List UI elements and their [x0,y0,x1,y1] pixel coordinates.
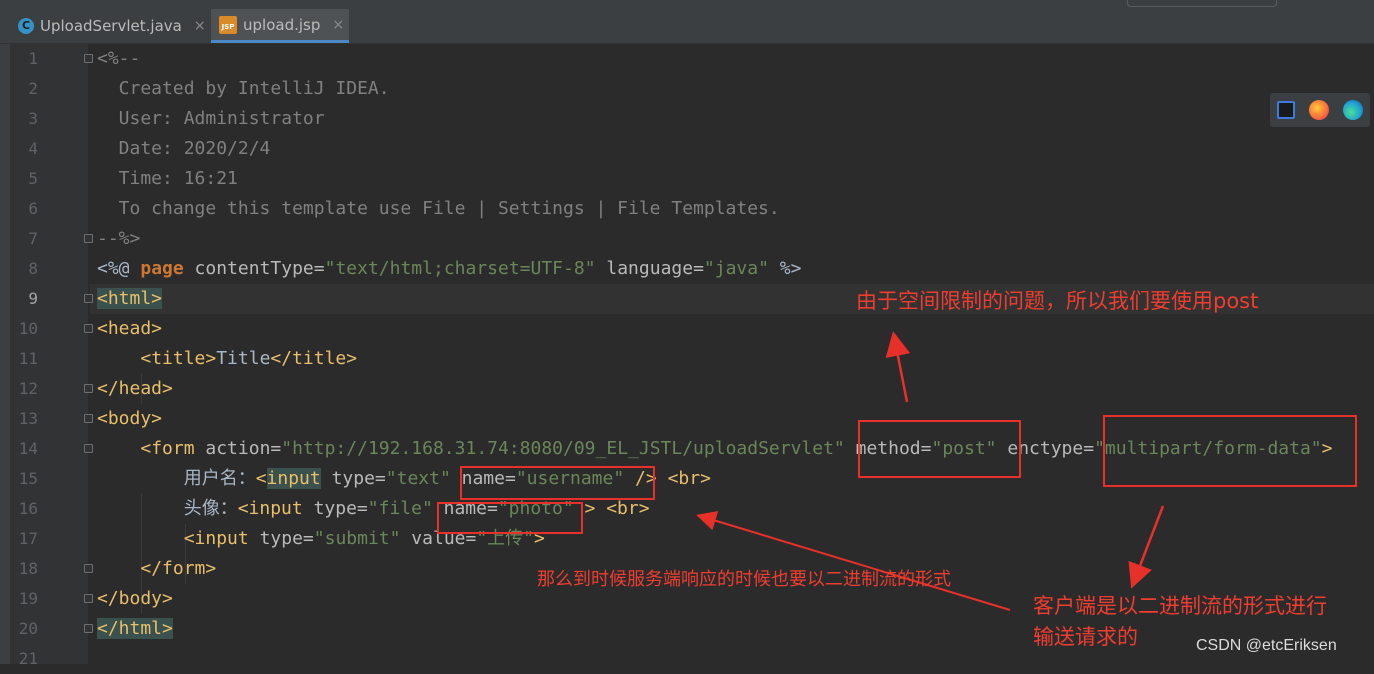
client-annotation-line-1: 客户端是以二进制流的形式进行 [1033,594,1327,618]
client-annotation-line-2: 输送请求的 [1033,625,1138,649]
post-annotation: 由于空间限制的问题，所以我们要使用post [856,289,1259,313]
watermark: CSDN @etcEriksen [1196,637,1337,654]
response-annotation: 那么到时候服务端响应的时候也要以二进制流的形式 [537,569,951,590]
